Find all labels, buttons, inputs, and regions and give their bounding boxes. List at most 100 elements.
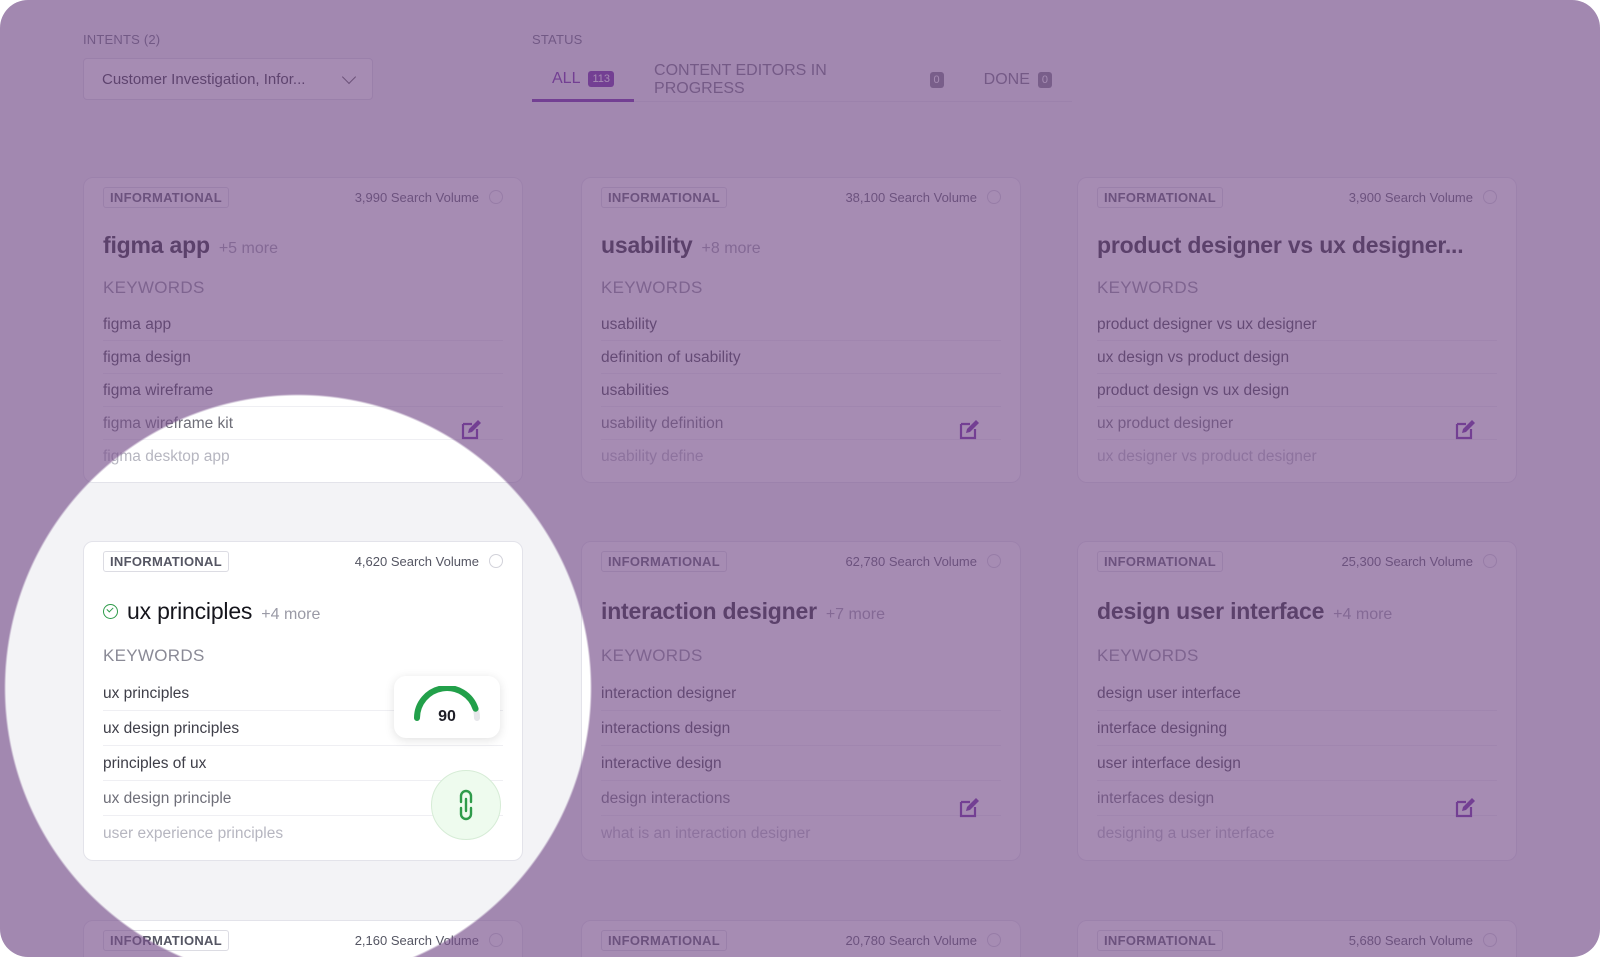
intent-tag: INFORMATIONAL: [601, 929, 727, 951]
card-header: INFORMATIONAL 3,990 Search Volume: [103, 186, 503, 208]
keyword-item: usabilities: [601, 374, 1001, 407]
keyword-item: definition of usability: [601, 341, 1001, 374]
keyword-item: what is an interaction designer: [601, 825, 811, 842]
more-keywords-link[interactable]: +7 more: [826, 606, 885, 624]
tab-done-label: DONE: [983, 71, 1030, 88]
keyword-item: usability define: [601, 448, 704, 465]
tab-all[interactable]: ALL 113: [532, 58, 635, 102]
card-title: ux principles +4 more: [103, 598, 503, 625]
keywords-label: KEYWORDS: [1097, 278, 1199, 297]
card-title: usability +8 more: [601, 232, 1001, 259]
topic-card-highlighted[interactable]: INFORMATIONAL 4,620 Search Volume ux pri…: [83, 541, 523, 861]
card-title: figma app +5 more: [103, 232, 503, 259]
intent-tag: INFORMATIONAL: [1097, 550, 1223, 572]
select-radio[interactable]: [1483, 933, 1497, 947]
more-keywords-link[interactable]: +5 more: [219, 240, 278, 258]
topic-card[interactable]: INFORMATIONAL 20,780 Search Volume: [581, 920, 1021, 957]
select-radio[interactable]: [987, 933, 1001, 947]
keyword-item: interfaces design: [1097, 781, 1497, 816]
check-circle-icon: [103, 604, 118, 619]
more-keywords-link[interactable]: +4 more: [1333, 606, 1392, 624]
intents-value: Customer Investigation, Infor...: [102, 70, 306, 88]
edit-icon: [959, 798, 979, 818]
keyword-item: figma wireframe: [103, 374, 503, 407]
keyword-item: interface designing: [1097, 711, 1497, 746]
edit-icon: [1455, 420, 1475, 440]
intents-label: INTENTS (2): [83, 32, 161, 47]
volume-wrap: 20,780 Search Volume: [845, 933, 1001, 948]
card-header: INFORMATIONAL 5,680 Search Volume: [1097, 929, 1497, 951]
topic-card[interactable]: INFORMATIONAL 3,900 Search Volume produc…: [1077, 177, 1517, 483]
keyword-item: figma design: [103, 341, 503, 374]
edit-button[interactable]: [447, 406, 495, 454]
volume-wrap: 25,300 Search Volume: [1341, 554, 1497, 569]
tab-all-count: 113: [588, 70, 615, 87]
more-keywords-link[interactable]: +4 more: [261, 606, 320, 624]
card-title-text: usability: [601, 232, 693, 258]
volume-wrap: 3,900 Search Volume: [1349, 190, 1497, 205]
card-title-text: product designer vs ux designer...: [1097, 232, 1464, 258]
intent-tag: INFORMATIONAL: [601, 186, 727, 208]
search-volume: 3,900 Search Volume: [1348, 189, 1473, 205]
intent-tag: INFORMATIONAL: [601, 550, 727, 572]
edit-button[interactable]: [945, 406, 993, 454]
edit-button[interactable]: [945, 784, 993, 832]
app-frame: INTENTS (2) Customer Investigation, Info…: [0, 0, 1600, 957]
select-radio[interactable]: [489, 190, 503, 204]
card-header: INFORMATIONAL 2,160 Search Volume: [103, 929, 503, 951]
volume-wrap: 5,680 Search Volume: [1349, 933, 1497, 948]
keyword-item: interaction designer: [601, 676, 1001, 711]
tab-done-count: 0: [1037, 72, 1052, 88]
topic-card[interactable]: INFORMATIONAL 38,100 Search Volume usabi…: [581, 177, 1021, 483]
keyword-item: ux designer vs product designer: [1097, 448, 1317, 465]
topic-card[interactable]: INFORMATIONAL 5,680 Search Volume: [1077, 920, 1517, 957]
topic-card[interactable]: INFORMATIONAL 3,990 Search Volume figma …: [83, 177, 523, 483]
keywords-label: KEYWORDS: [103, 278, 205, 297]
tab-content-editors-in-progress[interactable]: CONTENT EDITORS IN PROGRESS 0: [634, 58, 964, 102]
topic-card[interactable]: INFORMATIONAL 25,300 Search Volume desig…: [1077, 541, 1517, 861]
select-radio[interactable]: [489, 554, 503, 568]
keyword-item: design interactions: [601, 781, 1001, 816]
keyword-list: interaction designer interactions design…: [601, 676, 1001, 851]
link-icon: [459, 789, 473, 821]
keyword-list: product designer vs ux designer ux desig…: [1097, 308, 1497, 473]
topic-card[interactable]: INFORMATIONAL 2,160 Search Volume: [83, 920, 523, 957]
keywords-label: KEYWORDS: [601, 278, 703, 297]
card-title: design user interface +4 more: [1097, 598, 1497, 625]
chevron-down-icon: [341, 69, 357, 84]
tab-done[interactable]: DONE 0: [964, 58, 1072, 102]
volume-wrap: 62,780 Search Volume: [845, 554, 1001, 569]
intent-tag: INFORMATIONAL: [1097, 929, 1223, 951]
keyword-item: product designer vs ux designer: [1097, 308, 1497, 341]
search-volume: 20,780 Search Volume: [845, 932, 977, 948]
select-radio[interactable]: [489, 933, 503, 947]
edit-icon: [461, 420, 481, 440]
keywords-label: KEYWORDS: [601, 646, 703, 665]
intent-tag: INFORMATIONAL: [103, 186, 229, 208]
search-volume: 3,990 Search Volume: [354, 189, 479, 205]
edit-button[interactable]: [1441, 784, 1489, 832]
keyword-item: usability definition: [601, 407, 1001, 440]
card-title-text: figma app: [103, 232, 210, 258]
card-header: INFORMATIONAL 20,780 Search Volume: [601, 929, 1001, 951]
keyword-item: product design vs ux design: [1097, 374, 1497, 407]
more-keywords-link[interactable]: +8 more: [702, 240, 761, 258]
content-score-gauge[interactable]: 90: [394, 676, 500, 738]
keyword-list: usability definition of usability usabil…: [601, 308, 1001, 473]
keyword-list: figma app figma design figma wireframe f…: [103, 308, 503, 473]
card-header: INFORMATIONAL 4,620 Search Volume: [103, 550, 503, 572]
edit-button[interactable]: [1441, 406, 1489, 454]
select-radio[interactable]: [987, 190, 1001, 204]
tab-all-label: ALL: [552, 69, 581, 87]
card-header: INFORMATIONAL 3,900 Search Volume: [1097, 186, 1497, 208]
select-radio[interactable]: [987, 554, 1001, 568]
topic-card[interactable]: INFORMATIONAL 62,780 Search Volume inter…: [581, 541, 1021, 861]
keyword-item: usability: [601, 308, 1001, 341]
card-title-text: design user interface: [1097, 598, 1325, 624]
volume-wrap: 4,620 Search Volume: [355, 554, 503, 569]
search-volume: 38,100 Search Volume: [845, 189, 977, 205]
intents-dropdown[interactable]: Customer Investigation, Infor...: [83, 58, 373, 100]
link-button[interactable]: [431, 770, 501, 840]
select-radio[interactable]: [1483, 190, 1497, 204]
select-radio[interactable]: [1483, 554, 1497, 568]
